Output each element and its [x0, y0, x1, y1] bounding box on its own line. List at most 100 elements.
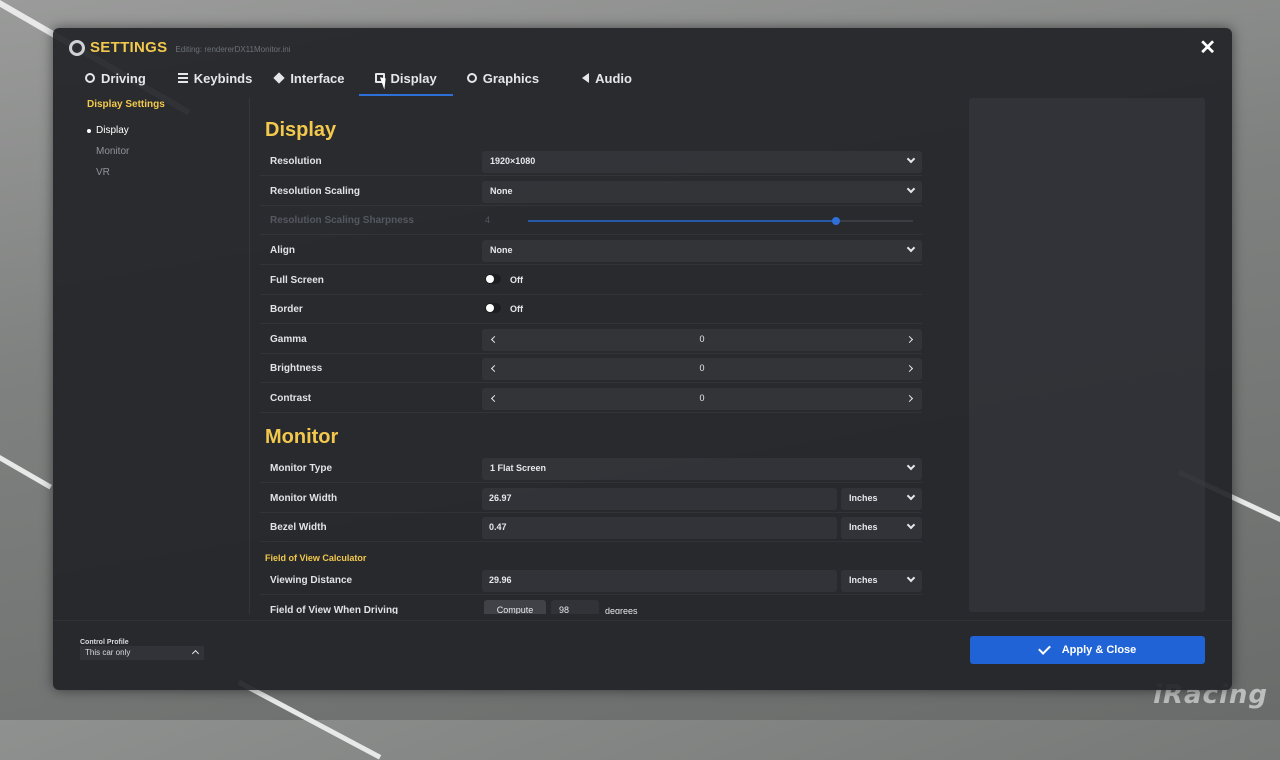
chevron-down-icon [906, 154, 916, 164]
sharpness-slider-knob[interactable] [832, 217, 840, 225]
fov-input[interactable]: 98 [551, 600, 599, 614]
chevron-down-icon [906, 573, 916, 583]
align-select[interactable]: None [482, 240, 922, 262]
editing-file-label: Editing: rendererDX11Monitor.ini [175, 44, 291, 54]
apply-close-label: Apply & Close [1061, 644, 1137, 656]
tab-keybinds[interactable]: Keybinds [177, 68, 252, 88]
monitor-heading: Monitor [265, 426, 339, 448]
sidebar-divider [249, 98, 250, 614]
chevron-up-icon [191, 649, 200, 658]
bezel-width-input[interactable]: 0.47 [482, 517, 837, 539]
fullscreen-state: Off [510, 275, 523, 285]
sidebar-item-display[interactable]: Display [87, 125, 129, 136]
settings-header: SETTINGS Editing: rendererDX11Monitor.in… [69, 39, 290, 56]
sharpness-slider[interactable] [528, 217, 913, 225]
chevron-down-icon [906, 491, 916, 501]
fov-label: Field of View When Driving [270, 605, 399, 614]
contrast-value: 0 [699, 393, 705, 403]
gamma-row: Gamma 0 [260, 327, 922, 354]
tab-label: Audio [595, 70, 632, 86]
bezel-width-label: Bezel Width [270, 522, 327, 533]
viewing-distance-unit-select[interactable]: Inches [841, 570, 922, 592]
viewing-distance-input[interactable]: 29.96 [482, 570, 837, 592]
bezel-width-unit-select[interactable]: Inches [841, 517, 922, 539]
fullscreen-toggle[interactable] [485, 274, 501, 284]
fullscreen-label: Full Screen [270, 275, 324, 286]
fov-calculator-heading: Field of View Calculator [265, 553, 367, 563]
brightness-label: Brightness [270, 363, 323, 374]
border-state: Off [510, 304, 523, 314]
contrast-label: Contrast [270, 393, 312, 404]
contrast-stepper: 0 [482, 388, 922, 410]
monitor-type-label: Monitor Type [270, 463, 333, 474]
border-label: Border [270, 304, 303, 315]
gear-icon [69, 39, 85, 56]
monitor-type-select[interactable]: 1 Flat Screen [482, 458, 922, 480]
tab-label: Driving [101, 70, 146, 86]
unit-value: Inches [849, 493, 878, 503]
resolution-row: Resolution 1920×1080 [260, 149, 922, 176]
chevron-down-icon [906, 520, 916, 530]
resolution-scaling-value: None [490, 186, 513, 196]
fov-row: Field of View When Driving Compute 98 de… [260, 598, 922, 614]
contrast-row: Contrast 0 [260, 386, 922, 413]
monitor-width-label: Monitor Width [270, 493, 338, 504]
monitor-type-value: 1 Flat Screen [490, 463, 547, 473]
close-button[interactable]: ✕ [1199, 38, 1216, 58]
sharpness-slider-fill [528, 220, 836, 222]
unit-value: Inches [849, 522, 878, 532]
tab-graphics[interactable]: Graphics [466, 68, 539, 88]
control-profile-label: Control Profile [80, 639, 129, 646]
tab-interface[interactable]: Interface [273, 68, 345, 88]
tab-label: Interface [290, 70, 345, 86]
fullscreen-row: Full Screen Off [260, 268, 922, 295]
gamma-value: 0 [699, 334, 705, 344]
unit-value: Inches [849, 575, 878, 585]
gamma-stepper: 0 [482, 329, 922, 351]
settings-panel: SETTINGS Editing: rendererDX11Monitor.in… [53, 28, 1232, 690]
resolution-scaling-row: Resolution Scaling None [260, 179, 922, 206]
align-row: Align None [260, 238, 922, 265]
sidebar-item-vr[interactable]: VR [96, 167, 110, 178]
border-row: Border Off [260, 297, 922, 324]
compute-button[interactable]: Compute [484, 600, 546, 614]
sharpness-value: 4 [485, 215, 491, 225]
steering-wheel-icon [85, 73, 95, 83]
gamma-label: Gamma [270, 334, 307, 345]
bezel-width-value: 0.47 [489, 522, 507, 532]
border-toggle[interactable] [485, 303, 501, 313]
monitor-width-input[interactable]: 26.97 [482, 488, 837, 510]
control-profile-value: This car only [85, 648, 131, 657]
resolution-label: Resolution [270, 156, 322, 167]
monitor-width-row: Monitor Width 26.97 Inches [260, 486, 922, 513]
chevron-down-icon [906, 243, 916, 253]
align-label: Align [270, 245, 295, 256]
resolution-scaling-select[interactable]: None [482, 181, 922, 203]
chevron-down-icon [906, 461, 916, 471]
tab-label: Display [390, 70, 437, 86]
sidebar-title: Display Settings [87, 99, 165, 110]
tab-driving[interactable]: Driving [85, 68, 146, 88]
tab-audio[interactable]: Audio [579, 68, 632, 88]
viewing-distance-label: Viewing Distance [270, 575, 353, 586]
checkmark-icon [1037, 642, 1051, 655]
settings-title: SETTINGS [90, 39, 168, 56]
preview-pane [969, 98, 1205, 612]
fov-unit: degrees [605, 606, 638, 614]
brightness-row: Brightness 0 [260, 356, 922, 383]
brightness-value: 0 [699, 363, 705, 373]
resolution-scaling-label: Resolution Scaling [270, 186, 361, 197]
bezel-width-row: Bezel Width 0.47 Inches [260, 515, 922, 542]
keybinds-icon [177, 73, 188, 83]
sharpness-row: Resolution Scaling Sharpness 4 [260, 208, 922, 235]
graphics-icon [466, 73, 477, 83]
apply-close-button[interactable]: Apply & Close [970, 636, 1205, 664]
control-profile-select[interactable]: This car only [80, 646, 204, 660]
sidebar-item-monitor[interactable]: Monitor [96, 146, 129, 157]
brightness-stepper: 0 [482, 358, 922, 380]
settings-content: Display Resolution 1920×1080 Resolution … [260, 112, 925, 614]
monitor-width-unit-select[interactable]: Inches [841, 488, 922, 510]
resolution-select[interactable]: 1920×1080 [482, 151, 922, 173]
layers-icon [273, 72, 285, 84]
viewing-distance-row: Viewing Distance 29.96 Inches [260, 568, 922, 595]
